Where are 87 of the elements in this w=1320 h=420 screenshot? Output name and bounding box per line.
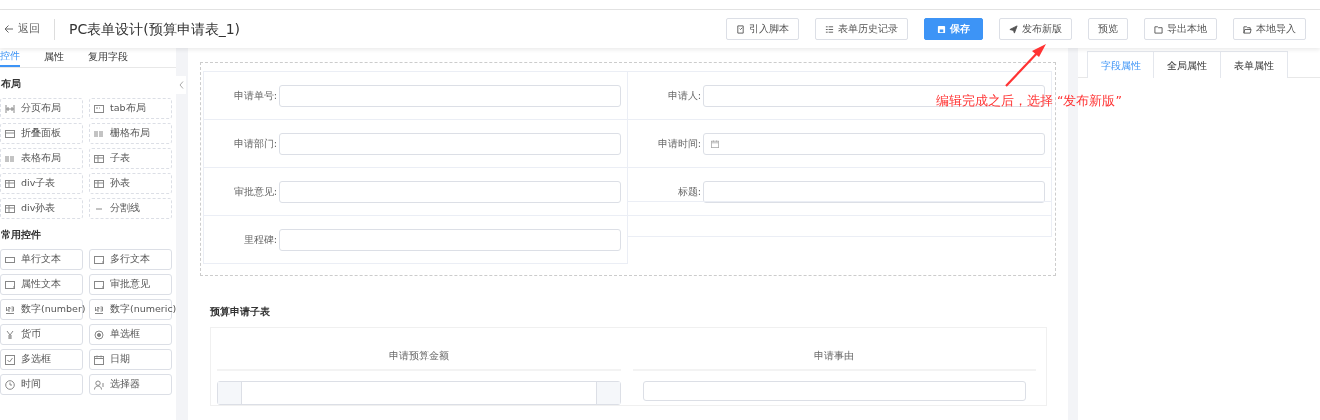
palette-item[interactable]: 属性文本 — [0, 274, 83, 295]
field-label: 申请时间: — [656, 137, 702, 151]
list-icon — [825, 24, 834, 34]
calendar-icon — [94, 354, 104, 365]
panel-tab[interactable]: 全局属性 — [1154, 51, 1221, 78]
table-icon — [5, 203, 15, 214]
list-icon — [5, 153, 15, 164]
input-field[interactable] — [279, 228, 621, 251]
input-field[interactable] — [279, 84, 621, 107]
collapse-handle[interactable] — [176, 76, 186, 94]
user-icon — [94, 379, 104, 390]
table-icon — [94, 178, 104, 189]
yen-icon — [5, 329, 15, 340]
field-label: 标题: — [676, 185, 702, 199]
input-field[interactable] — [217, 381, 621, 405]
field-label: 审批意见: — [232, 185, 278, 199]
field-label: 申请部门: — [232, 137, 278, 151]
palette-item[interactable]: 折叠面板 — [0, 123, 83, 144]
number-icon — [5, 304, 15, 315]
split-icon — [5, 103, 15, 114]
palette-item[interactable]: div子表 — [0, 173, 83, 194]
palette-item[interactable]: 选择器 — [89, 374, 172, 395]
toolbar-button[interactable]: 预览 — [1088, 18, 1128, 40]
calendar-icon — [711, 139, 719, 148]
annotation-text: 编辑完成之后，选择 “发布新版” — [936, 92, 1122, 110]
palette-item[interactable]: 货币 — [0, 324, 83, 345]
save-icon — [937, 24, 946, 34]
radio-icon — [94, 329, 104, 340]
palette-item[interactable]: 分割线 — [89, 198, 172, 219]
panel-tab[interactable]: 表单属性 — [1221, 51, 1288, 78]
back-arrow-icon — [4, 24, 14, 34]
script-icon — [736, 24, 745, 34]
palette-item[interactable]: 多选框 — [0, 349, 83, 370]
palette-item[interactable]: 审批意见 — [89, 274, 172, 295]
input-field[interactable] — [703, 180, 1045, 203]
tab-icon — [94, 103, 104, 114]
clock-icon — [5, 379, 15, 390]
textarea-icon — [94, 279, 104, 290]
palette-item[interactable]: 栅格布局 — [89, 123, 172, 144]
page-title: PC表单设计(预算申请表_1) — [54, 18, 241, 40]
back-link[interactable]: 返回 — [4, 20, 40, 38]
toolbar-button[interactable]: 发布新版 — [999, 18, 1072, 40]
input-field[interactable] — [642, 381, 1026, 401]
number-icon — [94, 304, 104, 315]
palette-item[interactable]: 日期 — [89, 349, 172, 370]
folder-icon — [1154, 24, 1163, 34]
plus-button[interactable] — [595, 382, 620, 404]
toolbar-button[interactable]: 本地导入 — [1233, 18, 1306, 40]
annotation-arrow — [1005, 44, 1046, 87]
toolbar-button[interactable]: 导出本地 — [1144, 18, 1217, 40]
textarea-icon — [94, 254, 104, 265]
field-label: 里程碑: — [242, 233, 278, 247]
textarea-icon — [5, 279, 15, 290]
toolbar-button[interactable]: 表单历史记录 — [815, 18, 908, 40]
field-label: 申请人: — [666, 89, 702, 103]
subtable-title: 预算申请子表 — [210, 305, 271, 319]
checkbox-icon — [5, 354, 15, 365]
send-icon — [1009, 24, 1018, 34]
section-title: 布局 — [1, 77, 22, 91]
palette-item[interactable]: div孙表 — [0, 198, 83, 219]
input-field[interactable] — [279, 180, 621, 203]
minus-button[interactable] — [218, 382, 242, 404]
input-field[interactable] — [703, 132, 1045, 155]
palette-item[interactable]: 时间 — [0, 374, 83, 395]
column-header: 申请预算金额 — [217, 334, 621, 371]
input-icon — [5, 254, 15, 265]
column-header: 申请事由 — [632, 334, 1036, 371]
section-title: 常用控件 — [1, 228, 42, 242]
palette-item[interactable]: 单行文本 — [0, 249, 83, 270]
panel-tab[interactable]: 属性 — [44, 48, 64, 67]
palette-item[interactable]: 子表 — [89, 148, 172, 169]
palette-item[interactable]: 多行文本 — [89, 249, 172, 270]
panel-tab[interactable]: 复用字段 — [88, 48, 128, 67]
palette-item[interactable]: 数字(number) — [0, 299, 83, 320]
folder-icon — [1243, 24, 1252, 34]
field-label: 申请单号: — [232, 89, 278, 103]
palette-item[interactable]: 单选框 — [89, 324, 172, 345]
toolbar-button[interactable]: 引入脚本 — [726, 18, 799, 40]
table-icon — [94, 153, 104, 164]
palette-item[interactable]: 分页布局 — [0, 98, 83, 119]
palette-item[interactable]: tab布局 — [89, 98, 172, 119]
palette-item[interactable]: 孙表 — [89, 173, 172, 194]
input-field[interactable] — [279, 132, 621, 155]
palette-item[interactable]: 表格布局 — [0, 148, 83, 169]
list-icon — [94, 128, 104, 139]
table-icon — [5, 178, 15, 189]
panel-icon — [5, 128, 15, 139]
